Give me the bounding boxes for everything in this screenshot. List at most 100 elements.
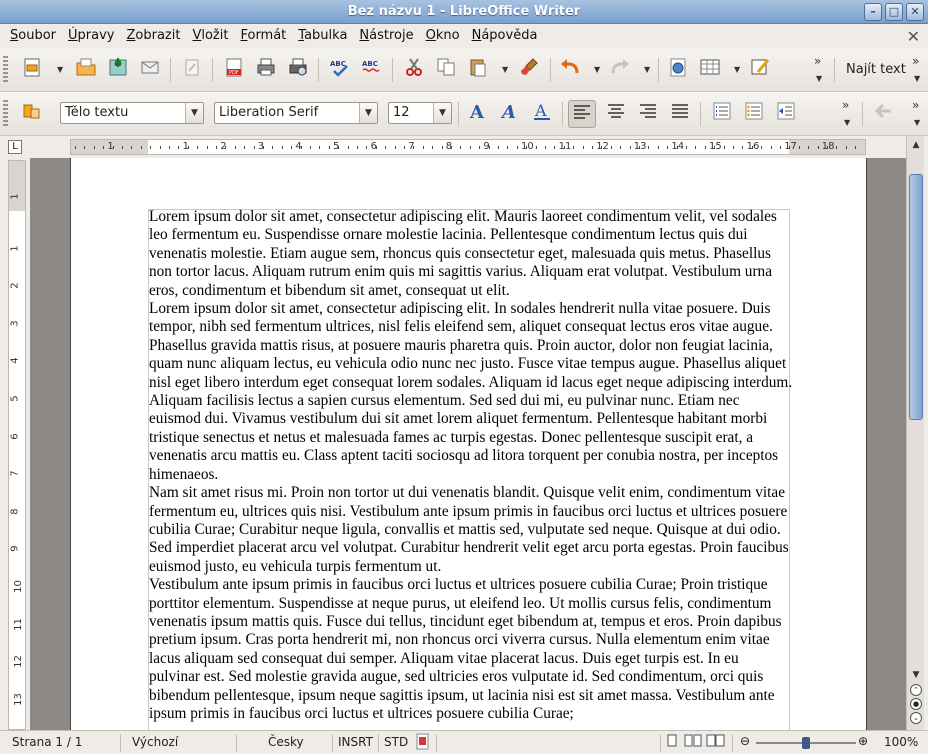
redo-dropdown-icon[interactable]: ▼: [644, 66, 652, 74]
scrollbar-thumb[interactable]: [909, 174, 923, 420]
print-preview-button[interactable]: [284, 56, 312, 84]
align-center-button[interactable]: [602, 100, 630, 128]
document-page[interactable]: Lorem ipsum dolor sit amet, consectetur …: [70, 158, 867, 730]
email-button[interactable]: [136, 56, 164, 84]
justify-button[interactable]: [666, 100, 694, 128]
selection-mode[interactable]: STD: [384, 735, 408, 749]
vertical-scrollbar[interactable]: ▲ ▼ ⌃ ● ⌄: [906, 136, 924, 730]
paragraph[interactable]: Lorem ipsum dolor sit amet, consectetur …: [149, 300, 793, 484]
scroll-down-icon[interactable]: ▼: [909, 668, 923, 682]
back-navigation-button[interactable]: [870, 100, 898, 128]
underline-button[interactable]: A: [528, 100, 556, 128]
single-page-view-icon[interactable]: [666, 734, 678, 751]
paste-dropdown-icon[interactable]: ▼: [502, 66, 510, 74]
numbering-button[interactable]: [708, 100, 736, 128]
paragraph[interactable]: Nam sit amet risus mi. Proin non tortor …: [149, 484, 793, 576]
find-options-icon[interactable]: ▼: [914, 74, 920, 83]
document-body[interactable]: Lorem ipsum dolor sit amet, consectetur …: [149, 208, 793, 723]
tab-stop-selector-icon[interactable]: L: [8, 140, 22, 154]
navigator-icon[interactable]: ●: [910, 698, 922, 710]
print-button[interactable]: [252, 56, 280, 84]
menu-nastroje[interactable]: Nástroje: [353, 24, 419, 48]
bold-button[interactable]: A: [464, 100, 492, 128]
zoom-level[interactable]: 100%: [884, 735, 918, 749]
ruler-tick: [347, 146, 349, 149]
hyperlink-button[interactable]: [664, 56, 692, 84]
vertical-ruler[interactable]: 1 1 2 3 4 5 6 7 8 9 10 11 12 13: [8, 160, 26, 730]
chevron-down-icon[interactable]: ▼: [359, 103, 377, 123]
insert-mode[interactable]: INSRT: [338, 735, 373, 749]
italic-button[interactable]: A: [496, 100, 524, 128]
minimize-button[interactable]: –: [864, 3, 882, 21]
undo-button[interactable]: [556, 56, 584, 84]
menu-upravy[interactable]: Úpravy: [62, 24, 120, 48]
horizontal-ruler[interactable]: 1 1 2 3 4 5 6 7 8 9 10 11 12 13 14 15 16 17 18: [70, 139, 866, 155]
spellcheck-button[interactable]: ABC: [326, 56, 354, 84]
close-window-button[interactable]: ✕: [906, 3, 924, 21]
menu-napoveda[interactable]: Nápověda: [466, 24, 544, 48]
table-dropdown-icon[interactable]: ▼: [734, 66, 742, 74]
previous-page-icon[interactable]: ⌃: [910, 684, 922, 696]
toolbar-grip-icon[interactable]: [3, 100, 8, 128]
paragraph[interactable]: Lorem ipsum dolor sit amet, consectetur …: [149, 208, 793, 300]
zoom-in-icon[interactable]: ⊕: [858, 734, 868, 748]
nav-more-icon[interactable]: »: [912, 98, 919, 112]
bullets-button[interactable]: [740, 100, 768, 128]
redo-button[interactable]: [606, 56, 634, 84]
menu-okno[interactable]: Okno: [420, 24, 466, 48]
copy-button[interactable]: [432, 56, 460, 84]
scroll-up-icon[interactable]: ▲: [909, 138, 923, 152]
table-button[interactable]: [696, 56, 724, 84]
toolbar-grip-icon[interactable]: [3, 56, 8, 84]
undo-dropdown-icon[interactable]: ▼: [594, 66, 602, 74]
show-draw-functions-button[interactable]: [746, 56, 774, 84]
new-dropdown-icon[interactable]: ▼: [57, 66, 65, 74]
find-more-icon[interactable]: »: [912, 54, 919, 68]
decrease-indent-button[interactable]: [772, 100, 800, 128]
ruler-tick: [845, 146, 847, 149]
paragraph[interactable]: Vestibulum ante ipsum primis in faucibus…: [149, 576, 793, 723]
font-size-combo[interactable]: 12 ▼: [388, 102, 452, 124]
align-right-button[interactable]: [634, 100, 662, 128]
edit-file-icon: [185, 59, 199, 76]
page-indicator[interactable]: Strana 1 / 1: [12, 735, 82, 749]
styles-formatting-button[interactable]: [18, 100, 46, 128]
menu-vlozit[interactable]: Vložit: [186, 24, 234, 48]
find-text-label[interactable]: Najít text: [846, 62, 906, 77]
more-tools-icon[interactable]: »: [814, 54, 821, 68]
book-view-icon[interactable]: [706, 734, 726, 751]
zoom-slider-knob[interactable]: [802, 737, 810, 749]
autospellcheck-button[interactable]: ABC: [358, 56, 386, 84]
menu-format[interactable]: Formát: [234, 24, 292, 48]
close-document-icon[interactable]: ✕: [907, 27, 920, 46]
font-name-combo[interactable]: Liberation Serif ▼: [214, 102, 378, 124]
paste-button[interactable]: [464, 56, 492, 84]
paragraph-style-combo[interactable]: Tělo textu ▼: [60, 102, 204, 124]
document-canvas[interactable]: Lorem ipsum dolor sit amet, consectetur …: [30, 158, 906, 730]
cut-button[interactable]: [400, 56, 428, 84]
multi-page-view-icon[interactable]: [684, 734, 702, 751]
language[interactable]: Česky: [268, 735, 304, 749]
export-pdf-button[interactable]: PDF: [220, 56, 248, 84]
page-style[interactable]: Výchozí: [132, 735, 178, 749]
nav-options-icon[interactable]: ▼: [914, 118, 920, 127]
next-page-icon[interactable]: ⌄: [910, 712, 922, 724]
maximize-button[interactable]: □: [885, 3, 903, 21]
open-button[interactable]: [72, 56, 100, 84]
menu-soubor[interactable]: Soubor: [4, 24, 62, 48]
menu-tabulka[interactable]: Tabulka: [292, 24, 353, 48]
chevron-down-icon[interactable]: ▼: [433, 103, 451, 123]
menu-zobrazit[interactable]: Zobrazit: [120, 24, 186, 48]
formatting-options-icon[interactable]: ▼: [844, 118, 850, 127]
chevron-down-icon[interactable]: ▼: [185, 103, 203, 123]
new-document-button[interactable]: [18, 56, 46, 84]
zoom-out-icon[interactable]: ⊖: [740, 734, 750, 748]
align-left-icon: [574, 105, 590, 119]
ruler-tick: [234, 146, 236, 149]
more-formatting-icon[interactable]: »: [842, 98, 849, 112]
clone-formatting-button[interactable]: [516, 56, 544, 84]
save-button[interactable]: [104, 56, 132, 84]
edit-mode-button[interactable]: [178, 56, 206, 84]
align-left-button[interactable]: [568, 100, 596, 128]
toolbar-options-icon[interactable]: ▼: [816, 74, 822, 83]
